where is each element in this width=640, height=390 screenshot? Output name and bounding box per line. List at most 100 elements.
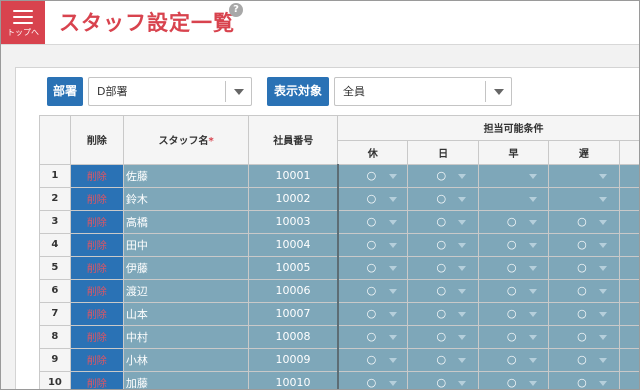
condition-header-late[interactable]: 遅 [548, 140, 620, 165]
condition-cell[interactable]: ○ [548, 371, 620, 389]
department-button[interactable]: 部署 [47, 77, 83, 106]
condition-cell[interactable]: ○ [407, 348, 479, 372]
staff-name-cell[interactable]: 加藤 [123, 371, 250, 389]
display-target-select[interactable]: 全員 [334, 77, 512, 106]
condition-cell[interactable]: ○ [619, 279, 639, 303]
condition-cell[interactable]: ○ [407, 325, 479, 349]
dropdown-arrow-icon[interactable] [458, 334, 467, 340]
dropdown-arrow-icon[interactable] [388, 219, 397, 225]
dropdown-arrow-icon[interactable] [388, 265, 397, 271]
condition-header-rest[interactable]: 休 [337, 140, 409, 165]
delete-link[interactable]: 削除 [70, 279, 124, 303]
staff-name-cell[interactable]: 渡辺 [123, 279, 250, 303]
dropdown-arrow-icon[interactable] [599, 219, 608, 225]
delete-link[interactable]: 削除 [70, 233, 124, 257]
condition-cell[interactable]: ○ [619, 302, 639, 326]
employee-number-cell[interactable]: 10001 [248, 164, 339, 188]
condition-cell[interactable]: ○ [619, 325, 639, 349]
dropdown-arrow-icon[interactable] [388, 196, 397, 202]
condition-cell[interactable]: ○ [548, 302, 620, 326]
dropdown-arrow-icon[interactable] [458, 357, 467, 363]
staff-name-cell[interactable]: 山本 [123, 302, 250, 326]
condition-cell[interactable]: ○ [619, 256, 639, 280]
dropdown-arrow-icon[interactable] [528, 219, 537, 225]
dropdown-arrow-icon[interactable] [388, 288, 397, 294]
delete-link[interactable]: 削除 [70, 371, 124, 389]
condition-cell[interactable]: ○ [337, 371, 409, 389]
chevron-down-icon[interactable] [225, 81, 251, 102]
condition-cell[interactable] [478, 187, 550, 211]
staff-name-cell[interactable]: 佐藤 [123, 164, 250, 188]
condition-cell[interactable]: ○ [337, 187, 409, 211]
delete-link[interactable]: 削除 [70, 210, 124, 234]
dropdown-arrow-icon[interactable] [528, 311, 537, 317]
staff-name-cell[interactable]: 伊藤 [123, 256, 250, 280]
condition-cell[interactable]: ○ [619, 233, 639, 257]
dropdown-arrow-icon[interactable] [528, 242, 537, 248]
dropdown-arrow-icon[interactable] [599, 380, 608, 386]
staff-name-cell[interactable]: 鈴木 [123, 187, 250, 211]
condition-cell[interactable]: ○ [407, 256, 479, 280]
employee-number-cell[interactable]: 10007 [248, 302, 339, 326]
dropdown-arrow-icon[interactable] [528, 288, 537, 294]
condition-cell[interactable]: ○ [548, 348, 620, 372]
dropdown-arrow-icon[interactable] [599, 311, 608, 317]
condition-cell[interactable]: ○ [619, 348, 639, 372]
dropdown-arrow-icon[interactable] [388, 357, 397, 363]
condition-cell[interactable]: ○ [337, 302, 409, 326]
dropdown-arrow-icon[interactable] [599, 357, 608, 363]
condition-cell[interactable]: ○ [407, 233, 479, 257]
dropdown-arrow-icon[interactable] [528, 265, 537, 271]
condition-cell[interactable]: ○ [337, 256, 409, 280]
dropdown-arrow-icon[interactable] [528, 357, 537, 363]
condition-cell[interactable]: ○ [337, 164, 409, 188]
condition-cell[interactable] [548, 164, 620, 188]
condition-cell[interactable] [548, 187, 620, 211]
employee-number-cell[interactable]: 10008 [248, 325, 339, 349]
dropdown-arrow-icon[interactable] [388, 242, 397, 248]
chevron-down-icon[interactable] [485, 81, 511, 102]
condition-cell[interactable]: ○ [548, 256, 620, 280]
condition-header-night[interactable]: 夜 [619, 140, 639, 165]
employee-number-cell[interactable]: 10004 [248, 233, 339, 257]
condition-cell[interactable]: ○ [407, 279, 479, 303]
staff-name-cell[interactable]: 高橋 [123, 210, 250, 234]
staff-name-cell[interactable]: 田中 [123, 233, 250, 257]
employee-number-cell[interactable]: 10010 [248, 371, 339, 389]
condition-cell[interactable]: ○ [478, 302, 550, 326]
dropdown-arrow-icon[interactable] [599, 265, 608, 271]
condition-cell[interactable]: ○ [407, 302, 479, 326]
condition-cell[interactable]: ○ [478, 279, 550, 303]
staff-name-column-header[interactable]: スタッフ名* [123, 116, 250, 165]
condition-cell[interactable]: ○ [548, 233, 620, 257]
dropdown-arrow-icon[interactable] [599, 196, 608, 202]
condition-cell[interactable]: ○ [407, 164, 479, 188]
dropdown-arrow-icon[interactable] [528, 334, 537, 340]
condition-cell[interactable]: ○ [337, 233, 409, 257]
condition-cell[interactable]: ○ [619, 210, 639, 234]
condition-cell[interactable]: ○ [407, 187, 479, 211]
condition-cell[interactable] [478, 164, 550, 188]
dropdown-arrow-icon[interactable] [528, 196, 537, 202]
employee-number-cell[interactable]: 10006 [248, 279, 339, 303]
dropdown-arrow-icon[interactable] [458, 196, 467, 202]
condition-cell[interactable]: ○ [478, 348, 550, 372]
dropdown-arrow-icon[interactable] [388, 334, 397, 340]
staff-name-cell[interactable]: 小林 [123, 348, 250, 372]
condition-cell[interactable]: ○ [478, 371, 550, 389]
dropdown-arrow-icon[interactable] [388, 311, 397, 317]
dropdown-arrow-icon[interactable] [599, 173, 608, 179]
dropdown-arrow-icon[interactable] [599, 242, 608, 248]
dropdown-arrow-icon[interactable] [458, 219, 467, 225]
dropdown-arrow-icon[interactable] [458, 265, 467, 271]
employee-number-cell[interactable]: 10003 [248, 210, 339, 234]
condition-cell[interactable]: ○ [337, 279, 409, 303]
employee-number-cell[interactable]: 10005 [248, 256, 339, 280]
delete-link[interactable]: 削除 [70, 348, 124, 372]
condition-cell[interactable] [619, 187, 639, 211]
condition-cell[interactable]: ○ [548, 210, 620, 234]
condition-cell[interactable]: ○ [478, 256, 550, 280]
delete-link[interactable]: 削除 [70, 164, 124, 188]
delete-link[interactable]: 削除 [70, 256, 124, 280]
help-icon[interactable]: ? [229, 3, 243, 17]
